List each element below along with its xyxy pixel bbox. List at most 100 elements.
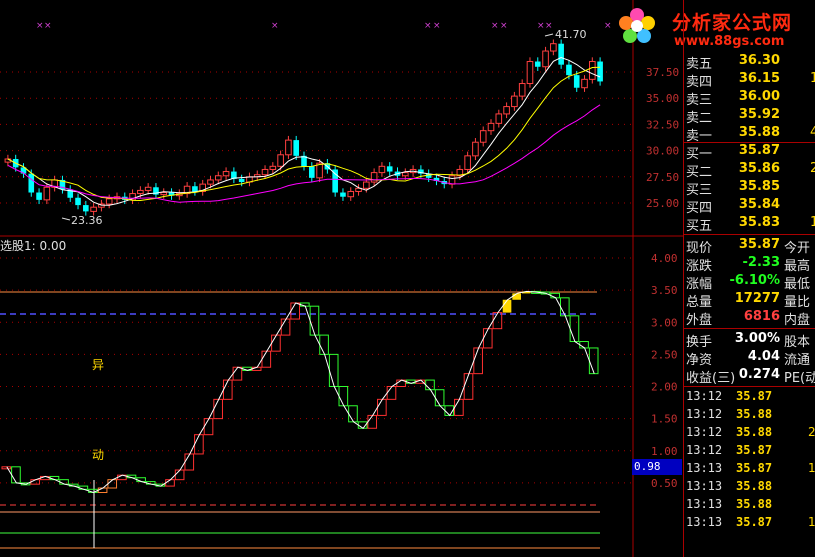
candle-body	[43, 186, 51, 201]
orderbook-row: 买三 35.85	[684, 179, 815, 198]
orderbook-price: 36.30	[738, 53, 780, 68]
candle-body	[308, 166, 315, 178]
quote-value: 6816	[743, 309, 780, 324]
kline-chart[interactable]: 37.50 35.00 32.50 30.00 27.50 25.00 41.70 23.36…	[0, 0, 683, 557]
signal-marker: ×	[424, 21, 432, 31]
price-axis-label: 25.00	[646, 197, 679, 210]
quote-value: 35.87	[738, 237, 780, 252]
indicator-current-value: 0.98	[632, 459, 682, 475]
candle-body	[137, 189, 144, 195]
separator	[684, 328, 815, 329]
indicator-bar	[386, 386, 397, 400]
candle-body	[534, 61, 541, 67]
candle-body	[581, 78, 588, 89]
indicator-axis-label: 2.50	[651, 348, 678, 361]
indicator-bar	[559, 297, 570, 317]
tick-time: 13:12	[686, 443, 723, 457]
candle-body	[332, 169, 338, 193]
candle-body	[487, 122, 495, 132]
orderbook-label: 买五	[686, 219, 713, 234]
candle-body	[340, 192, 346, 197]
fundamental-row: 净资 4.04 流通	[684, 349, 815, 368]
indicator-axis-label: 1.00	[651, 445, 678, 458]
flower-icon	[619, 8, 655, 43]
candle-body	[386, 166, 393, 172]
quote-panel: 卖五 36.30 卖四 36.15 1 卖三 36.00 卖二 35.92 卖一 35.88 4 买一 3…	[683, 0, 815, 557]
tick-price: 35.87	[736, 461, 773, 475]
candle-body	[589, 61, 596, 80]
indicator-bar	[512, 293, 521, 300]
candle-body	[347, 190, 355, 198]
price-axis-label: 35.00	[646, 92, 679, 105]
orderbook-price: 35.86	[738, 161, 780, 176]
tick-price: 35.88	[736, 425, 773, 439]
tick-time: 13:13	[686, 461, 723, 475]
indicator-axis-label: 1.50	[651, 413, 678, 426]
orderbook-price: 35.88	[738, 125, 780, 140]
orderbook-label: 买四	[686, 201, 713, 216]
tick-row: 13:12 35.87	[684, 389, 815, 407]
tick-time: 13:13	[686, 515, 723, 529]
candle-body	[238, 178, 245, 183]
orderbook-volume: 2	[810, 161, 815, 176]
signal-marker: ×	[500, 21, 508, 31]
candle-body	[269, 165, 277, 170]
candle-body	[75, 197, 81, 206]
indicator-bar	[184, 453, 195, 471]
tick-price: 35.88	[736, 479, 773, 493]
tick-price: 35.87	[736, 515, 773, 529]
annotation-yi: 异	[92, 358, 105, 372]
indicator-bar	[280, 318, 291, 336]
indicator-axis-label: 3.00	[651, 316, 678, 329]
ma10-line	[7, 66, 601, 202]
signal-marker: ×	[433, 21, 441, 31]
indicator-bar	[232, 366, 243, 381]
indicator-bar	[348, 405, 358, 423]
quote-label: 现价	[686, 241, 713, 256]
orderbook-row: 买二 35.86 2	[684, 161, 815, 180]
candle-body	[566, 64, 572, 76]
price-axis-label: 32.50	[646, 118, 679, 131]
indicator-bar	[377, 398, 387, 416]
tick-row: 13:12 35.87	[684, 443, 815, 461]
indicator-bar	[319, 334, 329, 355]
indicator-axis-label: 0.50	[651, 477, 678, 490]
price-axis-label: 30.00	[646, 145, 679, 158]
indicator-bar	[454, 398, 464, 416]
orderbook-row: 买四 35.84	[684, 197, 815, 216]
orderbook-volume: 1	[810, 71, 815, 86]
candle-body	[597, 61, 603, 82]
candle-body	[448, 175, 456, 185]
quote-extra: 最高	[784, 259, 811, 274]
orderbook-row: 卖二 35.92	[684, 107, 815, 126]
orderbook-label: 买一	[686, 147, 713, 162]
orderbook-price: 35.92	[738, 107, 780, 122]
orderbook-price: 35.87	[738, 143, 780, 158]
orderbook-row: 卖一 35.88 4	[684, 125, 815, 144]
candle-body	[160, 192, 168, 196]
indicator-bar	[482, 328, 493, 349]
candle-body	[378, 165, 386, 174]
tick-row: 13:12 35.88	[684, 407, 815, 425]
candle-body	[464, 155, 471, 170]
candle-body	[526, 61, 534, 85]
quote-extra: 内盘	[784, 313, 811, 328]
quote-value: 17277	[734, 291, 780, 306]
quote-row: 外盘 6816 内盘	[684, 309, 815, 328]
candle-body	[479, 130, 487, 143]
chart-area[interactable]: 37.50 35.00 32.50 30.00 27.50 25.00 41.70 23.36…	[0, 0, 683, 557]
signal-marker: ×	[36, 21, 44, 31]
indicator-bar	[290, 302, 301, 320]
candle-body	[550, 43, 557, 52]
indicator-bar	[174, 469, 185, 481]
fundamental-label: 换手	[686, 335, 713, 350]
orderbook-row: 买五 35.83 1	[684, 215, 815, 234]
tick-time: 13:12	[686, 389, 723, 403]
orderbook-volume: 4	[810, 125, 815, 140]
quote-row: 涨跌 -2.33 最高	[684, 255, 815, 274]
tick-time: 13:12	[686, 407, 723, 421]
orderbook-label: 卖四	[686, 75, 713, 90]
tick-time: 13:13	[686, 497, 723, 511]
candle-body	[472, 141, 479, 157]
quote-row: 现价 35.87 今开	[684, 237, 815, 256]
